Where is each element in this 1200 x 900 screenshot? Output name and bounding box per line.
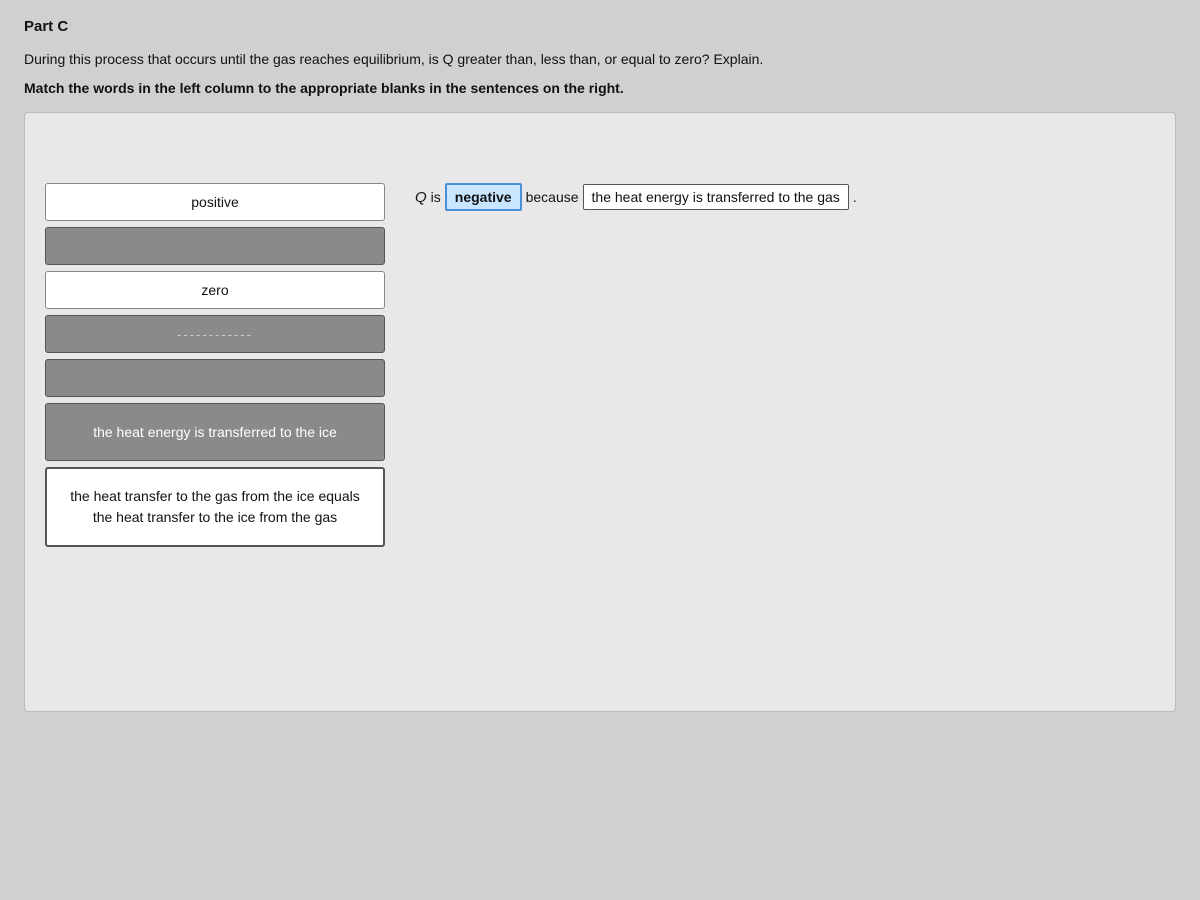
word-item-heat-to-ice[interactable]: the heat energy is transferred to the ic… <box>45 403 385 461</box>
left-column: positive zero ------------ the heat ener… <box>45 183 385 547</box>
part-label: Part C <box>24 18 1176 35</box>
word-item-heat-transfer-equal[interactable]: the heat transfer to the gas from the ic… <box>45 467 385 547</box>
word-item-empty2[interactable] <box>45 359 385 397</box>
page-container: Part C During this process that occurs u… <box>0 0 1200 900</box>
blank2-heat-to-gas[interactable]: the heat energy is transferred to the ga… <box>583 184 849 210</box>
word-item-dashed[interactable]: ------------ <box>45 315 385 353</box>
period: . <box>853 189 857 205</box>
because-text: because <box>526 189 579 205</box>
question-text: During this process that occurs until th… <box>24 49 1176 70</box>
is-text: is <box>431 189 441 205</box>
word-item-zero[interactable]: zero <box>45 271 385 309</box>
blank1-negative[interactable]: negative <box>445 183 522 211</box>
right-column: Q is negative because the heat energy is… <box>415 183 1155 211</box>
sentence-row: Q is negative because the heat energy is… <box>415 183 1155 211</box>
word-item-positive[interactable]: positive <box>45 183 385 221</box>
word-item-empty1[interactable] <box>45 227 385 265</box>
q-symbol: Q <box>415 189 427 206</box>
instruction-text: Match the words in the left column to th… <box>24 80 1176 96</box>
main-content-box: positive zero ------------ the heat ener… <box>24 112 1176 712</box>
